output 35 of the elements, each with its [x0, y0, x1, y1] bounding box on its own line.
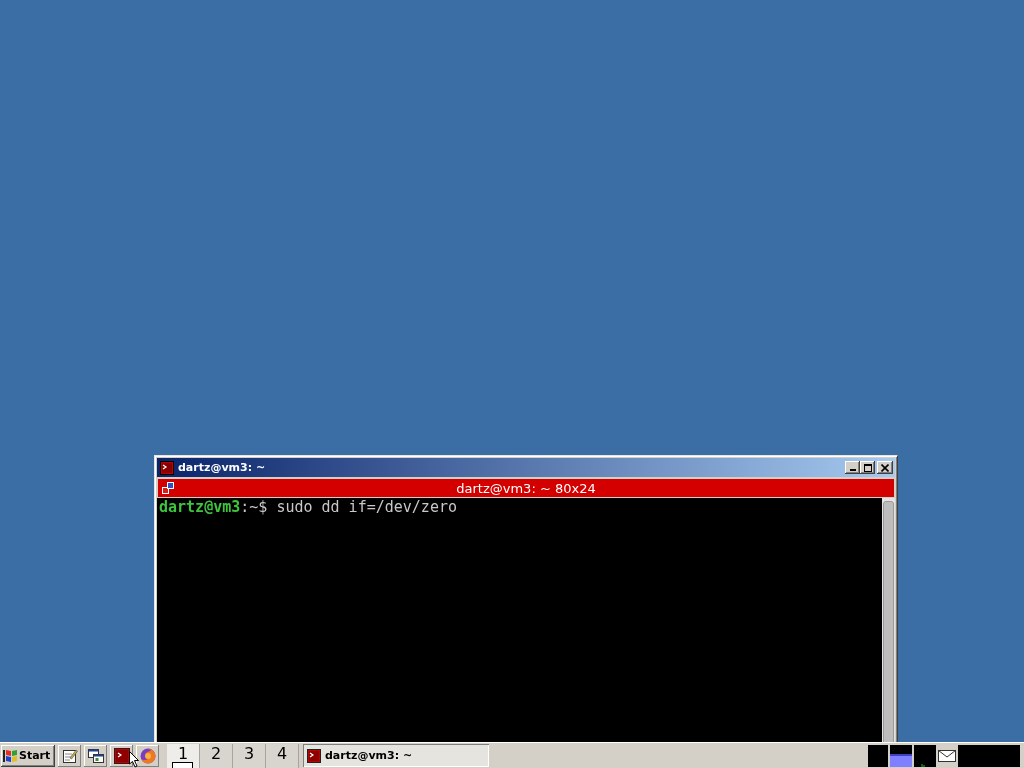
workspace-button[interactable]: 4	[266, 743, 299, 768]
minimize-button[interactable]	[845, 461, 860, 474]
start-button[interactable]: Start	[1, 744, 55, 767]
terminal-screen[interactable]: dartz@vm3:~$ sudo dd if=/dev/zero	[157, 498, 882, 742]
terminal-icon	[160, 460, 174, 475]
network-graph	[914, 744, 936, 767]
launcher-button[interactable]	[110, 744, 133, 767]
prompt-path: :~$	[240, 498, 268, 516]
close-button[interactable]	[877, 461, 893, 474]
clock-display	[958, 744, 1020, 767]
flag-icon	[3, 748, 17, 763]
envelope-icon[interactable]	[938, 748, 956, 763]
cpu-graph	[868, 744, 888, 767]
launcher-button[interactable]	[84, 744, 107, 767]
workspace-button[interactable]: 2	[200, 743, 233, 768]
terminal-title: dartz@vm3: ~ 80x24	[455, 480, 597, 496]
notepad-icon	[61, 747, 78, 764]
workspace-button[interactable]: 1	[167, 743, 200, 768]
close-icon	[881, 463, 889, 472]
launcher-button[interactable]	[136, 744, 159, 767]
launcher-button[interactable]	[58, 744, 81, 767]
terminal-icon	[113, 747, 130, 764]
workspace-button[interactable]: 3	[233, 743, 266, 768]
command-text: sudo dd if=/dev/zero	[276, 498, 457, 516]
squares-icon[interactable]	[162, 482, 174, 494]
task-button[interactable]: dartz@vm3: ~	[303, 744, 489, 767]
minimize-icon	[849, 469, 856, 471]
windows-icon	[87, 747, 104, 764]
window-title: dartz@vm3: ~	[178, 461, 266, 474]
prompt-user: dartz@vm3	[159, 498, 241, 516]
terminal-icon	[307, 748, 321, 763]
memory-graph	[890, 744, 912, 767]
globe-icon	[139, 747, 156, 764]
maximize-icon	[863, 463, 872, 472]
maximize-button[interactable]	[860, 461, 875, 474]
